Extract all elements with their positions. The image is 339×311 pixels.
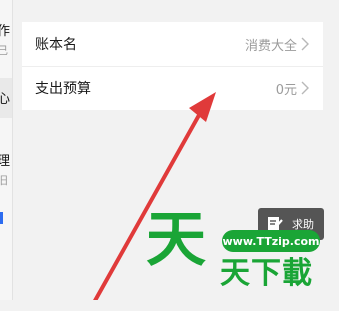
ledger-name-label: 账本名 — [35, 37, 77, 53]
sliver-text: 理 — [0, 150, 10, 169]
chevron-right-icon — [301, 81, 309, 95]
ledger-name-row[interactable]: 账本名 消费大全 — [22, 22, 323, 67]
background-app-sliver: 作 己 心 理 旧 — [0, 0, 13, 311]
sliver-text: 心 — [0, 88, 10, 107]
watermark-title: 天下載 — [220, 256, 313, 291]
expense-budget-value: 0元 — [275, 82, 297, 98]
sliver-subtext: 旧 — [0, 172, 8, 188]
watermark-logo-glyph: 天 — [146, 205, 206, 275]
ledger-name-value: 消费大全 — [244, 38, 297, 54]
watermark-url: www.TTzip.com — [222, 230, 320, 252]
bottom-edge — [0, 300, 339, 311]
expense-budget-label: 支出预算 — [35, 81, 91, 97]
chevron-right-icon — [301, 37, 309, 51]
sliver-text: 作 — [0, 20, 10, 39]
sliver-subtext: 己 — [0, 42, 8, 58]
expense-budget-row[interactable]: 支出预算 0元 — [22, 66, 323, 110]
ledger-settings-card: 账本名 消费大全 支出预算 0元 — [22, 22, 323, 110]
sliver-accent — [0, 212, 3, 224]
